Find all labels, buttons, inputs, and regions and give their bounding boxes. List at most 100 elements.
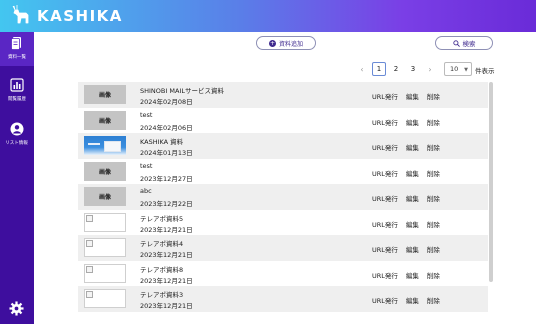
per-page-select[interactable]: 10 ▼ [444, 62, 472, 76]
document-date: 2023年12月21日 [140, 302, 193, 310]
image-placeholder-label: 画像 [98, 92, 111, 99]
table-row[interactable]: テレアポ資料4 2023年12月21日 URL発行 編集 削除 [78, 235, 488, 261]
row-actions: URL発行 編集 削除 [372, 91, 448, 101]
user-icon [10, 122, 24, 136]
app-logo[interactable]: KASHIKA [10, 4, 123, 28]
edit-button[interactable]: 編集 [406, 144, 419, 152]
image-placeholder-label: 画像 [98, 117, 111, 125]
url-issue-button[interactable]: URL発行 [372, 246, 398, 254]
document-thumbnail[interactable] [84, 238, 126, 257]
document-thumbnail[interactable]: 画像 [84, 110, 126, 130]
document-title[interactable]: テレアポ資料8 [140, 264, 183, 274]
image-placeholder-label: 画像 [98, 168, 111, 176]
delete-button[interactable]: 削除 [427, 170, 440, 178]
gear-icon[interactable] [9, 301, 24, 316]
url-issue-button[interactable]: URL発行 [372, 272, 398, 280]
search-icon [452, 39, 460, 47]
row-actions: URL発行 編集 削除 [372, 270, 448, 280]
document-thumbnail[interactable] [84, 263, 126, 283]
sidebar-item-label: リスト情報 [5, 140, 29, 146]
sidebar-item-label: 資料一覧 [7, 54, 26, 60]
sidebar-item-list-info[interactable]: リスト情報 [0, 118, 34, 152]
document-thumbnail[interactable] [84, 212, 126, 232]
sidebar-item-history[interactable]: 閲覧履歴 [0, 74, 34, 108]
document-date: 2023年12月21日 [140, 225, 193, 234]
sidebar-item-documents[interactable]: 資料一覧 [0, 32, 34, 66]
document-title[interactable]: abc [140, 187, 152, 195]
plus-icon: + [268, 39, 276, 47]
document-thumbnail[interactable] [84, 289, 126, 308]
per-page-value: 10 [450, 65, 459, 73]
next-page-button[interactable]: › [423, 62, 437, 76]
delete-button[interactable]: 削除 [427, 246, 440, 254]
document-table: 画像 SHINOBI MAILサービス資料 2024年02月08日 URL発行 編集 削除… [78, 82, 488, 314]
edit-button[interactable]: 編集 [406, 119, 419, 127]
document-thumbnail[interactable]: 画像 [84, 187, 126, 206]
document-thumbnail[interactable] [84, 136, 126, 155]
edit-button[interactable]: 編集 [406, 246, 419, 254]
document-thumbnail[interactable]: 画像 [84, 161, 126, 181]
page-1-button[interactable]: 1 [372, 62, 386, 76]
document-thumbnail[interactable]: 画像 [84, 85, 126, 104]
url-issue-button[interactable]: URL発行 [372, 170, 398, 178]
edit-button[interactable]: 編集 [406, 221, 419, 229]
deer-logo-icon [12, 5, 29, 24]
sidebar-item-label: 閲覧履歴 [7, 96, 26, 102]
table-row[interactable]: テレアポ資料3 2023年12月21日 URL発行 編集 削除 [78, 286, 488, 312]
sidebar: 資料一覧 閲覧履歴 リスト情報 [0, 32, 34, 324]
prev-page-button[interactable]: ‹ [355, 62, 369, 76]
edit-button[interactable]: 編集 [406, 195, 419, 203]
image-placeholder-label: 画像 [98, 194, 111, 201]
url-issue-button[interactable]: URL発行 [372, 297, 398, 305]
url-issue-button[interactable]: URL発行 [372, 144, 398, 152]
table-row[interactable]: KASHIKA 資料 2024年01月13日 URL発行 編集 削除 [78, 133, 488, 159]
delete-button[interactable]: 削除 [427, 272, 440, 280]
table-row[interactable]: 画像 test 2024年02月06日 URL発行 編集 削除 [78, 108, 488, 134]
document-date: 2023年12月22日 [140, 200, 193, 208]
document-title[interactable]: test [140, 162, 152, 170]
url-issue-button[interactable]: URL発行 [372, 93, 398, 101]
document-title[interactable]: テレアポ資料4 [140, 238, 183, 248]
delete-button[interactable]: 削除 [427, 93, 440, 101]
delete-button[interactable]: 削除 [427, 297, 440, 305]
document-title[interactable]: テレアポ資料5 [140, 213, 183, 223]
row-actions: URL発行 編集 削除 [372, 244, 448, 254]
url-issue-button[interactable]: URL発行 [372, 119, 398, 127]
edit-button[interactable]: 編集 [406, 93, 419, 101]
document-title[interactable]: SHINOBI MAILサービス資料 [140, 85, 224, 95]
search-label: 検索 [462, 40, 476, 48]
row-actions: URL発行 編集 削除 [372, 295, 448, 305]
table-row[interactable]: テレアポ資料8 2023年12月21日 URL発行 編集 削除 [78, 261, 488, 287]
url-issue-button[interactable]: URL発行 [372, 221, 398, 229]
search-button[interactable]: 検索 [435, 36, 493, 50]
edit-button[interactable]: 編集 [406, 297, 419, 305]
add-document-label: 資料追加 [278, 40, 303, 48]
row-actions: URL発行 編集 削除 [372, 168, 448, 178]
row-actions: URL発行 編集 削除 [372, 193, 448, 203]
table-scrollbar[interactable] [489, 82, 493, 282]
document-title[interactable]: KASHIKA 資料 [140, 136, 183, 146]
delete-button[interactable]: 削除 [427, 119, 440, 127]
url-issue-button[interactable]: URL発行 [372, 195, 398, 203]
row-actions: URL発行 編集 削除 [372, 117, 448, 127]
document-date: 2024年02月06日 [140, 123, 193, 132]
row-actions: URL発行 編集 削除 [372, 142, 448, 152]
edit-button[interactable]: 編集 [406, 170, 419, 178]
page-2-button[interactable]: 2 [389, 62, 403, 76]
delete-button[interactable]: 削除 [427, 144, 440, 152]
table-row[interactable]: 画像 SHINOBI MAILサービス資料 2024年02月08日 URL発行 編集 削除 [78, 82, 488, 108]
table-row[interactable]: 画像 test 2023年12月27日 URL発行 編集 削除 [78, 159, 488, 185]
document-title[interactable]: test [140, 111, 152, 119]
delete-button[interactable]: 削除 [427, 221, 440, 229]
document-title[interactable]: テレアポ資料3 [140, 289, 183, 299]
add-document-button[interactable]: + 資料追加 [256, 36, 316, 50]
document-date: 2024年01月13日 [140, 149, 193, 157]
document-date: 2023年12月21日 [140, 276, 193, 285]
table-row[interactable]: 画像 abc 2023年12月22日 URL発行 編集 削除 [78, 184, 488, 210]
row-actions: URL発行 編集 削除 [372, 219, 448, 229]
delete-button[interactable]: 削除 [427, 195, 440, 203]
edit-button[interactable]: 編集 [406, 272, 419, 280]
table-row[interactable]: テレアポ資料5 2023年12月21日 URL発行 編集 削除 [78, 210, 488, 236]
page-3-button[interactable]: 3 [406, 62, 420, 76]
app-header: KASHIKA [0, 0, 536, 32]
